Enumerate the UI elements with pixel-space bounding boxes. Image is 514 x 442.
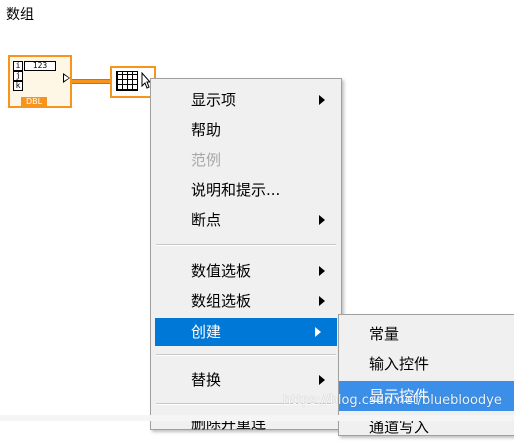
chevron-right-icon [319, 95, 325, 105]
menu-item-label: 断点 [191, 211, 222, 229]
submenu-item-control[interactable]: 输入控件 [339, 349, 514, 379]
menu-item-show-items[interactable]: 显示项 [151, 86, 341, 114]
menu-item-create[interactable]: 创建 [155, 318, 337, 346]
menu-item-examples: 范例 [151, 146, 341, 174]
type-badge: DBL [21, 97, 47, 107]
chevron-right-icon [315, 327, 321, 337]
menu-item-label: 帮助 [191, 121, 222, 139]
value-display: 123 [24, 61, 56, 71]
chevron-right-icon [319, 296, 325, 306]
watermark: https://blog.csdn.net/bluebloodye [283, 393, 502, 408]
array-grid-icon [116, 71, 138, 91]
menu-item-delete-rewire[interactable]: 删除并重连 [151, 409, 341, 437]
menu-item-label: 显示项 [191, 91, 237, 109]
menu-item-numeric-palette[interactable]: 数值选板 [151, 257, 341, 285]
bottom-strip [0, 415, 514, 421]
menu-item-label: 范例 [191, 151, 222, 169]
array-label: 数组 [6, 7, 34, 23]
menu-item-label: 说明和提示... [191, 181, 281, 199]
output-arrow-icon [63, 73, 70, 83]
chevron-right-icon [319, 266, 325, 276]
menu-separator [156, 244, 336, 246]
menu-item-label: 数组选板 [191, 292, 252, 310]
index-j: j [13, 71, 23, 81]
submenu-item-label: 输入控件 [369, 355, 430, 373]
menu-item-label: 创建 [191, 323, 222, 341]
submenu-item-label: 常量 [369, 325, 400, 343]
array-terminal[interactable]: i j k 123 DBL [8, 55, 72, 108]
index-i: i [13, 61, 23, 71]
chevron-right-icon [319, 215, 325, 225]
menu-item-label: 替换 [191, 371, 222, 389]
cursor-icon [141, 72, 150, 89]
menu-item-description[interactable]: 说明和提示... [151, 176, 341, 204]
menu-item-replace[interactable]: 替换 [151, 366, 341, 394]
index-k: k [13, 81, 23, 91]
menu-item-array-palette[interactable]: 数组选板 [151, 287, 341, 315]
menu-item-help[interactable]: 帮助 [151, 116, 341, 144]
menu-item-label: 数值选板 [191, 262, 252, 280]
menu-item-breakpoint[interactable]: 断点 [151, 206, 341, 234]
menu-separator [156, 354, 336, 356]
chevron-right-icon [319, 375, 325, 385]
submenu-item-constant[interactable]: 常量 [339, 319, 514, 349]
wire[interactable] [72, 79, 110, 84]
context-menu: 显示项 帮助 范例 说明和提示... 断点 数值选板 数组选板 创建 替换 删除… [150, 78, 342, 432]
